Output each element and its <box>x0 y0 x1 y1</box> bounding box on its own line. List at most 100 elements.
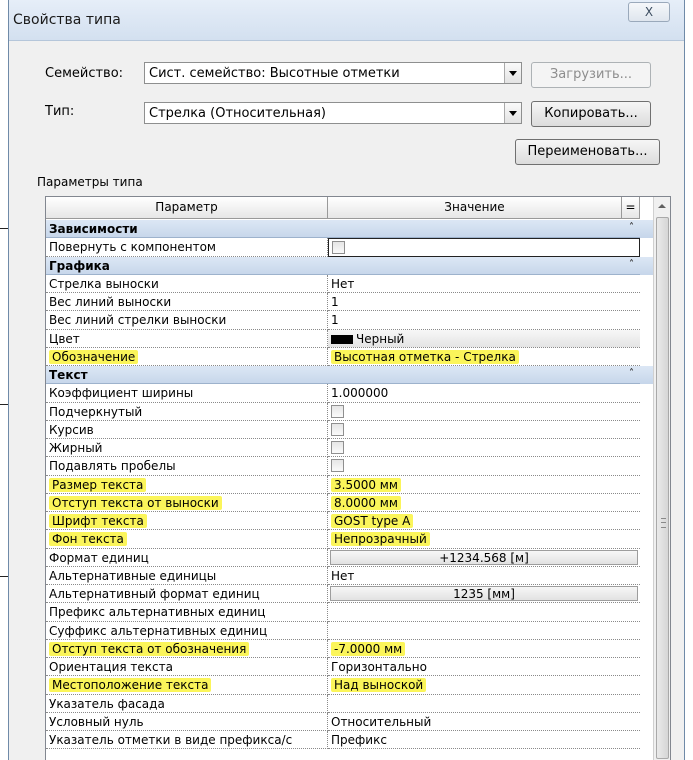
table-row[interactable]: Подчеркнутый <box>46 402 654 421</box>
param-value-cell[interactable]: Над выноской <box>328 676 640 695</box>
group-header-row[interactable]: Зависимости ˄ <box>46 220 654 239</box>
column-header-value[interactable]: Значение <box>328 197 622 219</box>
table-row[interactable]: Стрелка выноски Нет <box>46 274 654 293</box>
table-row[interactable]: Местоположение текста Над выноской <box>46 676 654 695</box>
param-value-cell[interactable]: Относительный <box>328 713 640 731</box>
param-value-cell[interactable]: Нет <box>328 567 640 585</box>
param-value-cell[interactable] <box>328 457 640 476</box>
param-value-cell[interactable]: 1 <box>328 311 640 330</box>
table-row[interactable]: Повернуть с компонентом <box>46 238 654 257</box>
param-value-cell[interactable]: 1 <box>328 293 640 312</box>
close-button[interactable]: X <box>628 2 670 22</box>
dialog-title: Свойства типа <box>13 12 121 28</box>
param-value-cell[interactable]: -7.0000 мм <box>328 640 640 658</box>
table-row[interactable]: Указатель отметки в виде префикса/с Префи… <box>46 731 654 750</box>
param-value-cell[interactable]: Черный <box>328 329 640 348</box>
param-value-cell[interactable] <box>328 603 640 622</box>
param-value-cell[interactable]: GOST type A <box>328 512 640 531</box>
table-row[interactable]: Вес линий выноски 1 <box>46 293 654 312</box>
table-row[interactable]: Обозначение Высотная отметка - Стрелка <box>46 347 654 366</box>
copy-button[interactable]: Копировать... <box>531 101 651 127</box>
table-row[interactable]: Вес линий стрелки выноски 1 <box>46 311 654 330</box>
param-name-cell: Фон текста <box>46 530 328 549</box>
param-value: Непрозрачный <box>331 532 430 547</box>
param-name-cell: Вес линий выноски <box>46 293 328 312</box>
table-row[interactable]: Отступ текста от обозначения -7.0000 мм <box>46 639 654 658</box>
param-value-cell[interactable] <box>328 439 640 458</box>
param-value: Над выноской <box>331 678 427 693</box>
param-name: Указатель отметки в виде префикса/с <box>49 733 293 747</box>
table-row[interactable]: Подавлять пробелы <box>46 457 654 476</box>
collapse-chevron-icon[interactable]: ˄ <box>629 259 634 270</box>
scroll-up-icon[interactable] <box>654 197 670 215</box>
param-value: Нет <box>331 276 355 291</box>
param-value-cell[interactable]: 8.0000 мм <box>328 494 640 512</box>
param-name: Суффикс альтернативных единиц <box>49 623 268 638</box>
outer-line <box>0 576 8 577</box>
group-header-row[interactable]: Графика ˄ <box>46 256 654 275</box>
parameters-grid: Параметр Значение = Зависимости ˄ Повернут… <box>45 196 671 760</box>
param-value: 1.000000 <box>331 386 389 401</box>
table-row[interactable]: Альтернативные единицы Нет <box>46 566 654 585</box>
param-value: Черный <box>356 331 405 346</box>
table-row[interactable]: Курсив <box>46 420 654 439</box>
table-row[interactable]: Размер текста 3.5000 мм <box>46 475 654 494</box>
param-value-cell[interactable]: 3.5000 мм <box>328 476 640 494</box>
param-name: Обозначение <box>49 349 139 364</box>
param-name-cell: Суффикс альтернативных единиц <box>46 621 328 640</box>
column-header-formula[interactable]: = <box>622 197 640 219</box>
param-value-cell[interactable]: Непрозрачный <box>328 530 640 549</box>
checkbox[interactable] <box>332 241 345 255</box>
param-name-cell: Повернуть с компонентом <box>46 238 328 257</box>
table-row[interactable]: Отступ текста от выноски 8.0000 мм <box>46 493 654 512</box>
param-name: Повернуть с компонентом <box>49 240 216 255</box>
param-value-cell[interactable]: +1234.568 [м] <box>328 549 640 567</box>
param-value-cell[interactable]: Префикс <box>328 731 640 750</box>
param-value-cell[interactable] <box>328 421 640 439</box>
table-row[interactable]: Формат единиц +1234.568 [м] <box>46 548 654 567</box>
param-name-cell: Вес линий стрелки выноски <box>46 311 328 330</box>
rename-button[interactable]: Переименовать... <box>515 139 660 165</box>
table-row[interactable]: Условный нуль Относительный <box>46 712 654 731</box>
table-row[interactable]: Шрифт текста GOST type A <box>46 512 654 531</box>
table-row[interactable]: Альтернативный формат единиц 1235 [мм] <box>46 585 654 604</box>
group-header-row[interactable]: Текст ˄ <box>46 366 654 385</box>
param-value-cell[interactable]: Нет <box>328 275 640 293</box>
param-name-cell: Указатель фасада <box>46 694 328 713</box>
table-row[interactable]: Указатель фасада <box>46 694 654 713</box>
table-row[interactable]: Жирный <box>46 439 654 458</box>
param-value-cell[interactable] <box>328 403 640 421</box>
checkbox[interactable] <box>331 422 344 436</box>
collapse-chevron-icon[interactable]: ˄ <box>629 222 634 233</box>
collapse-chevron-icon[interactable]: ˄ <box>629 368 634 379</box>
checkbox[interactable] <box>331 441 344 454</box>
checkbox[interactable] <box>331 459 344 473</box>
param-value-cell[interactable] <box>328 238 640 257</box>
param-value: Относительный <box>331 714 432 729</box>
type-combobox[interactable]: Стрелка (Относительная) <box>144 102 522 124</box>
param-value-cell[interactable]: Горизонтально <box>328 658 640 677</box>
checkbox[interactable] <box>331 404 344 418</box>
param-name-cell: Отступ текста от обозначения <box>46 639 328 658</box>
param-value-cell[interactable]: Высотная отметка - Стрелка <box>328 348 640 366</box>
table-row[interactable]: Цвет Черный <box>46 329 654 348</box>
chevron-down-icon[interactable] <box>504 103 521 123</box>
load-button[interactable]: Загрузить... <box>531 62 651 88</box>
format-button[interactable]: 1235 [мм] <box>330 586 638 602</box>
table-row[interactable]: Фон текста Непрозрачный <box>46 530 654 549</box>
table-row[interactable]: Префикс альтернативных единиц <box>46 603 654 622</box>
param-value-cell[interactable]: 1.000000 <box>328 384 640 403</box>
param-value-cell[interactable] <box>328 695 640 713</box>
family-combobox[interactable]: Сист. семейство: Высотные отметки <box>144 62 522 84</box>
chevron-down-icon[interactable] <box>504 63 521 83</box>
param-value-cell[interactable] <box>328 622 640 640</box>
scrollbar-thumb[interactable] <box>656 217 669 759</box>
table-row[interactable]: Суффикс альтернативных единиц <box>46 621 654 640</box>
vertical-scrollbar[interactable] <box>653 197 670 760</box>
param-name: Условный нуль <box>49 714 144 729</box>
param-value-cell[interactable]: 1235 [мм] <box>328 585 640 604</box>
table-row[interactable]: Ориентация текста Горизонтально <box>46 658 654 677</box>
format-button[interactable]: +1234.568 [м] <box>330 549 638 565</box>
table-row[interactable]: Коэффициент ширины 1.000000 <box>46 384 654 403</box>
column-header-parameter[interactable]: Параметр <box>46 197 328 219</box>
